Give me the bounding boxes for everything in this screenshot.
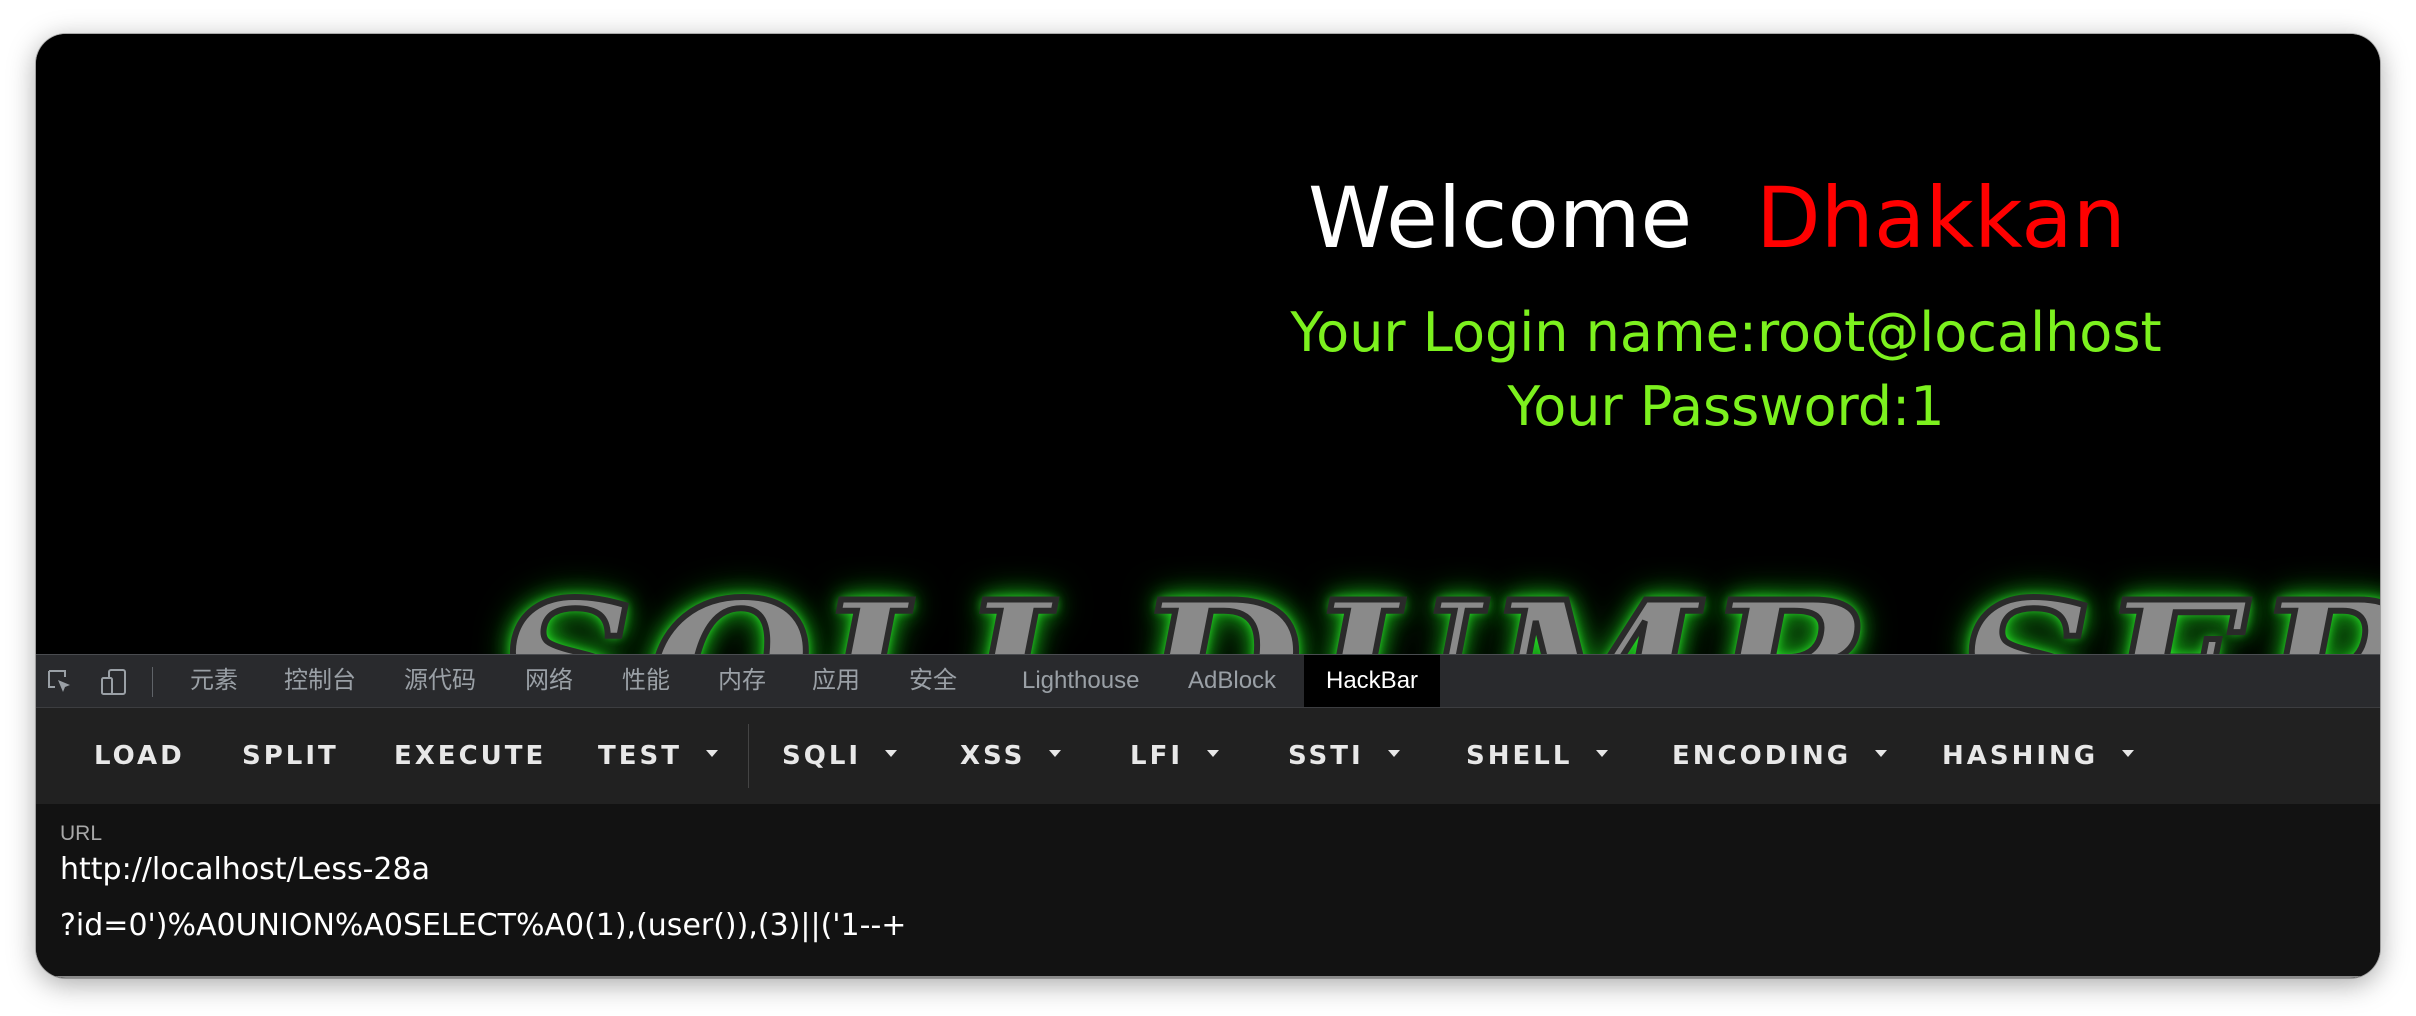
ssti-button-label: SSTI (1288, 741, 1364, 771)
tab-memory[interactable]: 内存 (718, 655, 766, 707)
toolbar-divider (748, 724, 749, 788)
hashing-button-label: HASHING (1942, 741, 2099, 771)
caret-down-icon (705, 750, 718, 757)
tab-security[interactable]: 安全 (909, 655, 957, 707)
execute-button[interactable]: EXECUTE (394, 708, 546, 804)
page-viewport: Welcome Dhakkan Your Login name:root@loc… (36, 34, 2380, 654)
shell-dropdown-button[interactable]: SHELL (1466, 708, 1609, 804)
tab-elements[interactable]: 元素 (190, 655, 238, 707)
shell-button-label: SHELL (1466, 741, 1573, 771)
tab-performance[interactable]: 性能 (622, 655, 670, 707)
split-button[interactable]: SPLIT (242, 708, 339, 804)
caret-down-icon (1207, 750, 1220, 757)
caret-down-icon (1875, 750, 1888, 757)
split-button-label: SPLIT (242, 741, 339, 771)
encoding-dropdown-button[interactable]: ENCODING (1672, 708, 1888, 804)
ssti-dropdown-button[interactable]: SSTI (1288, 708, 1400, 804)
sqli-dropdown-button[interactable]: SQLI (782, 708, 898, 804)
execute-button-label: EXECUTE (394, 741, 547, 771)
xss-dropdown-button[interactable]: XSS (960, 708, 1062, 804)
toolbar-divider (152, 667, 153, 697)
tab-adblock[interactable]: AdBlock (1188, 655, 1276, 707)
device-toolbar-icon[interactable] (100, 668, 128, 696)
tab-sources[interactable]: 源代码 (404, 655, 476, 707)
url-text-line-2[interactable]: ?id=0')%A0UNION%A0SELECT%A0(1),(user()),… (60, 908, 906, 943)
tab-console[interactable]: 控制台 (284, 655, 356, 707)
devtools-tabbar: 元素 控制台 源代码 网络 性能 内存 应用 安全 Lighthouse AdB… (36, 654, 2380, 708)
tab-hackbar[interactable]: HackBar (1304, 655, 1441, 707)
url-field[interactable]: URL http://localhost/Less-28a ?id=0')%A0… (36, 804, 2380, 978)
welcome-text: Welcome (1308, 169, 1693, 267)
devtools-panel: 元素 控制台 源代码 网络 性能 内存 应用 安全 Lighthouse AdB… (36, 654, 2380, 978)
url-text-line-1[interactable]: http://localhost/Less-28a (60, 852, 430, 887)
welcome-heading: Welcome Dhakkan (36, 158, 2380, 278)
caret-down-icon (1596, 750, 1609, 757)
xss-button-label: XSS (960, 741, 1026, 771)
tab-network[interactable]: 网络 (525, 655, 573, 707)
hashing-dropdown-button[interactable]: HASHING (1942, 708, 2135, 804)
caret-down-icon (885, 750, 898, 757)
caret-down-icon (1387, 750, 1400, 757)
test-button-label: TEST (598, 741, 682, 771)
url-field-underline (36, 976, 2380, 978)
load-button-label: LOAD (94, 741, 185, 771)
url-field-label: URL (60, 822, 103, 845)
caret-down-icon (1049, 750, 1062, 757)
caret-down-icon (2122, 750, 2135, 757)
browser-window: Welcome Dhakkan Your Login name:root@loc… (36, 34, 2380, 978)
hackbar-toolbar: LOAD SPLIT EXECUTE TEST SQLI XSS LFI SST… (36, 708, 2380, 804)
sqli-dumb-series-banner: SQLI DUMB SERIES (493, 569, 2380, 655)
tab-lighthouse[interactable]: Lighthouse (1022, 655, 1139, 707)
load-button[interactable]: LOAD (94, 708, 185, 804)
sqli-button-label: SQLI (782, 741, 862, 771)
welcome-username: Dhakkan (1756, 169, 2126, 267)
lfi-button-label: LFI (1130, 741, 1184, 771)
tab-application[interactable]: 应用 (812, 655, 860, 707)
inspect-element-icon[interactable] (46, 668, 74, 696)
login-name-text: Your Login name:root@localhost (1290, 301, 2162, 364)
encoding-button-label: ENCODING (1672, 741, 1852, 771)
lfi-dropdown-button[interactable]: LFI (1130, 708, 1220, 804)
password-text: Your Password:1 (1507, 375, 1945, 438)
test-dropdown-button[interactable]: TEST (598, 708, 718, 804)
